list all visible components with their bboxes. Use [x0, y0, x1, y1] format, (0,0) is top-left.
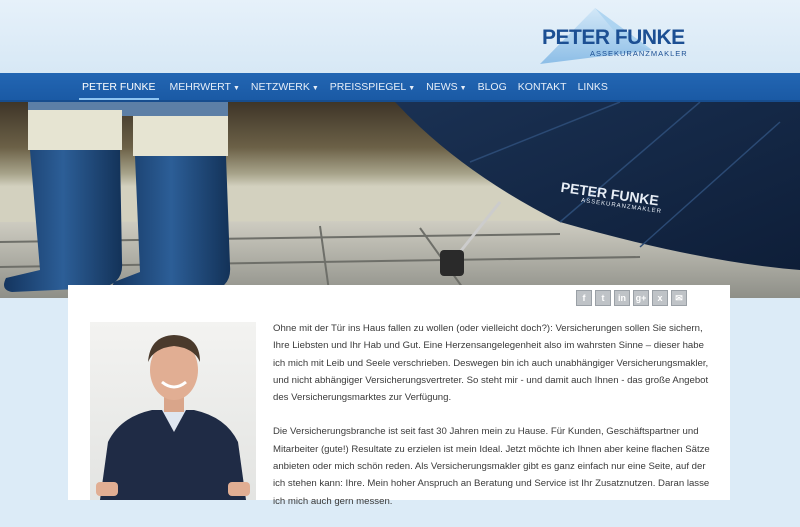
nav-item-preisspiegel[interactable]: PREISSPIEGEL ▼ [330, 81, 415, 93]
xing-icon[interactable]: x [652, 290, 668, 306]
intro-text: Ohne mit der Tür ins Haus fallen zu woll… [273, 320, 711, 527]
linkedin-icon[interactable]: in [614, 290, 630, 306]
nav-item-netzwerk[interactable]: NETZWERK ▼ [251, 81, 319, 93]
nav-item-links[interactable]: LINKS [578, 81, 608, 93]
main-navigation: PETER FUNKE MEHRWERT ▼ NETZWERK ▼ PREISSPIEGE… [0, 73, 800, 102]
portrait-photo [90, 322, 256, 500]
nav-item-label: LINKS [577, 80, 608, 93]
nav-item-news[interactable]: NEWS ▼ [426, 81, 466, 93]
logo-subtitle: ASSEKURANZMAKLER [590, 49, 688, 58]
caret-down-icon: ▼ [459, 84, 467, 92]
content-panel: f t in g+ x ✉ Ohne mit der Tür ins Haus falle… [68, 285, 730, 507]
header: PETER FUNKE ASSEKURANZMAKLER [0, 0, 800, 73]
logo[interactable]: PETER FUNKE ASSEKURANZMAKLER [540, 8, 687, 64]
portrait-illustration [96, 335, 250, 500]
nav-item-label: KONTAKT [517, 80, 567, 93]
google-plus-icon[interactable]: g+ [633, 290, 649, 306]
nav-item-label: BLOG [477, 80, 507, 93]
share-bar: f t in g+ x ✉ [576, 290, 687, 306]
nav-item-kontakt[interactable]: KONTAKT [518, 81, 567, 93]
caret-down-icon: ▼ [408, 84, 416, 92]
logo-name: PETER FUNKE [542, 26, 685, 49]
nav-item-peter-funke[interactable]: PETER FUNKE [79, 80, 159, 100]
nav-item-blog[interactable]: BLOG [478, 81, 507, 93]
nav-item-label: NETZWERK [250, 80, 310, 93]
facebook-icon[interactable]: f [576, 290, 592, 306]
hero-illustration [0, 102, 800, 298]
intro-paragraph-1: Ohne mit der Tür ins Haus fallen zu woll… [273, 323, 709, 404]
email-icon[interactable]: ✉ [671, 290, 687, 306]
hero-image: PETER FUNKE ASSEKURANZMAKLER [0, 102, 800, 298]
nav-item-label: PREISSPIEGEL [329, 80, 407, 93]
nav-item-label: MEHRWERT [169, 80, 231, 93]
nav-item-label: NEWS [426, 80, 458, 93]
twitter-icon[interactable]: t [595, 290, 611, 306]
caret-down-icon: ▼ [311, 84, 319, 92]
caret-down-icon: ▼ [232, 84, 240, 92]
nav-item-mehrwert[interactable]: MEHRWERT ▼ [170, 81, 240, 93]
intro-paragraph-2: Die Versicherungsbranche ist seit fast 3… [273, 426, 710, 507]
nav-item-label: PETER FUNKE [82, 80, 156, 93]
nav-list: PETER FUNKE MEHRWERT ▼ NETZWERK ▼ PREISSPIEGE… [0, 73, 800, 100]
